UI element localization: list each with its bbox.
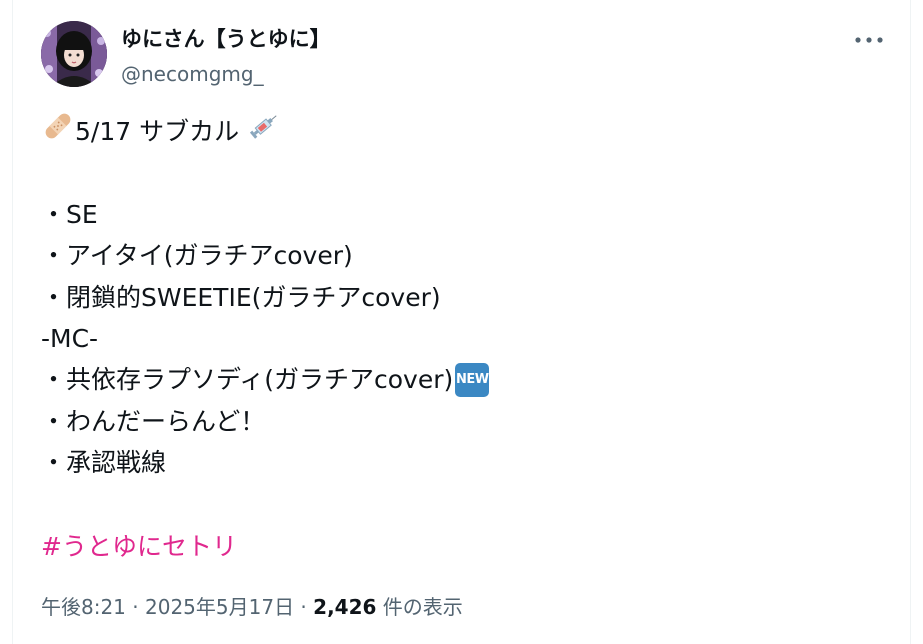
bandage-emoji-icon <box>41 109 75 155</box>
tweet-text: 5/17 サブカル ・SE ・アイタイ(ガラチアcover) ・閉鎖的SWEET… <box>41 111 891 567</box>
hashtag-link[interactable]: #うとゆにセトリ <box>41 526 237 567</box>
display-name[interactable]: ゆにさん【うとゆに】 <box>121 24 331 54</box>
setlist-item-new: ・共依存ラプソディ(ガラチアcover) NEW <box>41 359 891 400</box>
setlist-mc: -MC- <box>41 323 99 353</box>
setlist-item: ・SE <box>41 199 98 229</box>
tweet-meta: 午後8:21 · 2025年5月17日 · 2,426 件の表示 <box>41 591 463 623</box>
meta-separator: · <box>125 595 145 619</box>
setlist-item: ・わんだーらんど！ <box>41 406 266 436</box>
tweet-card: ゆにさん【うとゆに】 @necomgmg_ 5/17 サブカル ・SE ・アイタ… <box>12 0 911 644</box>
setlist-item: ・アイタイ(ガラチアcover) <box>41 241 353 271</box>
more-options-button[interactable] <box>851 28 887 52</box>
more-options-icon <box>855 37 883 43</box>
setlist-item: ・共依存ラプソディ(ガラチアcover) <box>41 365 454 395</box>
setlist-item: ・閉鎖的SWEETIE(ガラチアcover) <box>41 282 441 312</box>
views-label: 件の表示 <box>376 595 463 619</box>
tweet-date[interactable]: 2025年5月17日 <box>145 595 294 619</box>
tweet-title: 5/17 サブカル <box>75 117 240 146</box>
meta-separator: · <box>294 595 314 619</box>
syringe-emoji-icon <box>247 109 281 155</box>
tweet-title-line: 5/17 サブカル <box>41 111 891 152</box>
setlist-item: ・承認戦線 <box>41 448 167 478</box>
user-handle[interactable]: @necomgmg_ <box>121 60 264 88</box>
tweet-time[interactable]: 午後8:21 <box>41 595 126 619</box>
new-badge-icon: NEW <box>455 363 490 398</box>
avatar-photo-icon <box>41 21 107 87</box>
avatar[interactable] <box>41 21 107 87</box>
views-count[interactable]: 2,426 <box>313 595 376 619</box>
